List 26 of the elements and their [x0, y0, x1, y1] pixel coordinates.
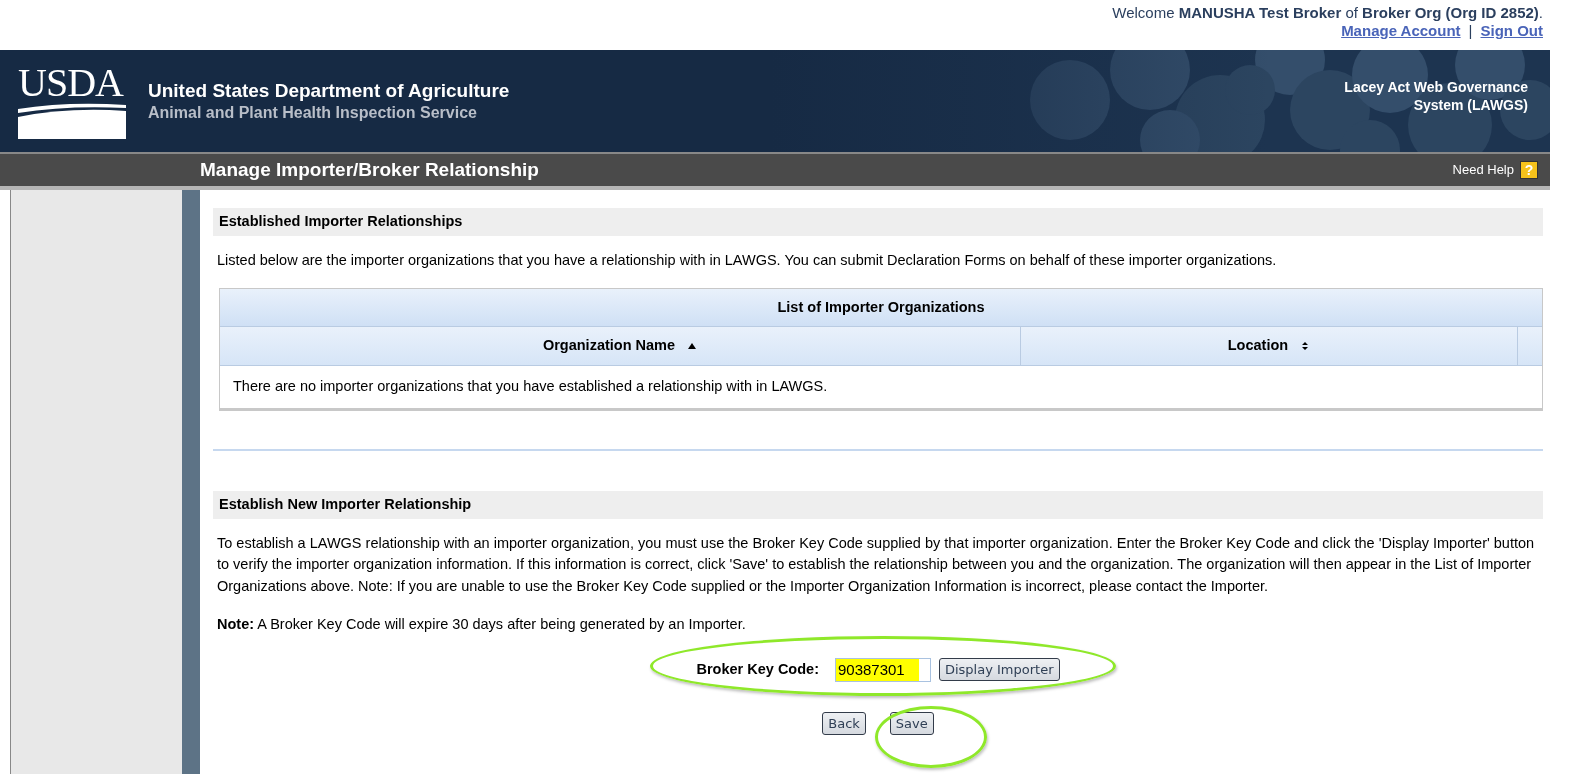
- back-button[interactable]: Back: [822, 711, 866, 735]
- save-button[interactable]: Save: [889, 711, 934, 735]
- section-heading: Established Importer Relationships: [213, 208, 1543, 236]
- empty-message: There are no importer organizations that you have established a relationship with in LAWGS.: [232, 377, 829, 396]
- broker-key-field[interactable]: 90387301: [834, 657, 931, 682]
- separator-text: |: [1468, 22, 1473, 39]
- instructions-text: To establish a LAWGS relationship with an importer organization, you must use the Broker Key Code supplied by that importer organization. Enter the Broker Key Code and click the 'Display Importer' button to verify the importer organization information. If this information is correct, click 'Save' to establish the relationship between you and the organization. The organization will then appear in the List of Importer Organizations above. Note: If you are unable to use the Broker Key Code supplied or the Importer Organization Information is incorrect, please contact the Importer.: [217, 533, 1536, 596]
- column-header[interactable]: Location: [1021, 327, 1518, 365]
- section-heading: Establish New Importer Relationship: [213, 490, 1543, 519]
- department-name: United States Department of Agriculture: [148, 80, 510, 103]
- system-name: Lacey Act Web Governance System (LAWGS): [1344, 78, 1528, 115]
- column-header[interactable]: Organization Name: [220, 327, 1021, 365]
- note-text: Note: A Broker Key Code will expire 30 days after being generated by an Importer.: [217, 614, 747, 634]
- help-icon: ?: [1520, 161, 1538, 179]
- page-title: Manage Importer/Broker Relationship: [200, 157, 539, 182]
- manage-account-link[interactable]: Manage Account: [1341, 22, 1461, 39]
- field-label: Broker Key Code:: [696, 659, 819, 679]
- logo-waves-icon: [18, 103, 126, 139]
- need-help-link[interactable]: Need Help ?: [1452, 160, 1538, 180]
- intro-text: Listed below are the importer organizations that you have a relationship with in LAWGS. You can submit Declaration Forms on behalf of these importer organizations.: [217, 250, 1278, 270]
- sign-out-link[interactable]: Sign Out: [1480, 22, 1543, 39]
- table-caption: List of Importer Organizations: [220, 288, 1542, 328]
- display-importer-button[interactable]: Display Importer: [938, 657, 1060, 682]
- service-name: Animal and Plant Health Inspection Service: [148, 102, 478, 122]
- logo-text: USDA: [18, 63, 125, 103]
- welcome-text: Welcome MANUSHA Test Broker of Broker Org (Org ID 2852).: [1112, 4, 1543, 21]
